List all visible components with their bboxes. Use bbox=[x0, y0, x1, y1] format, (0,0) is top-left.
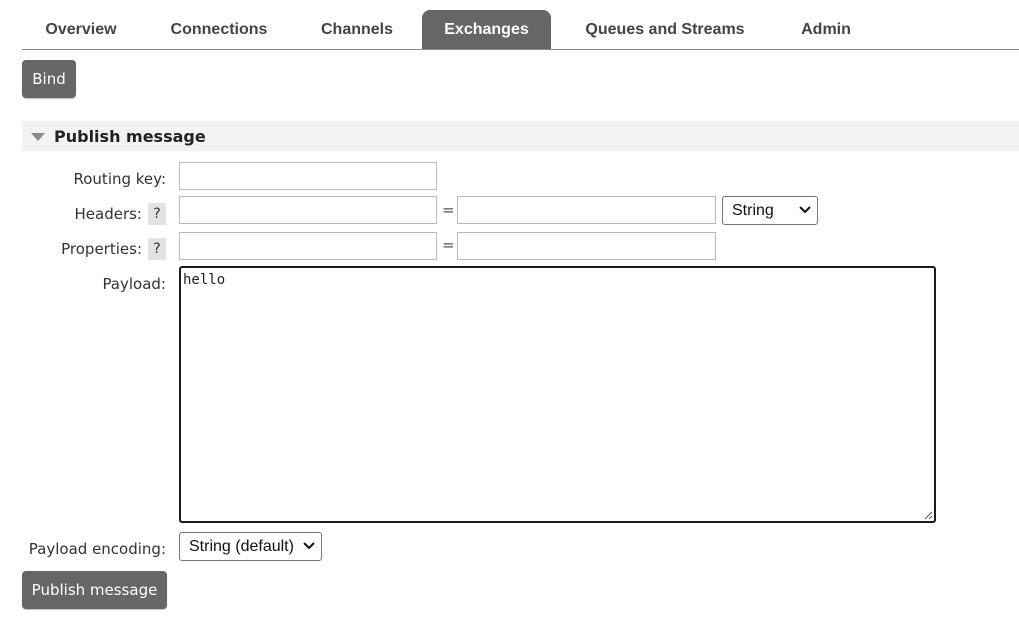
headers-equals-sign: = bbox=[442, 201, 455, 219]
publish-message-section-header[interactable]: Publish message bbox=[22, 121, 1019, 151]
properties-key-input[interactable] bbox=[179, 232, 437, 260]
payload-textarea[interactable]: hello bbox=[179, 266, 936, 523]
headers-label: Headers: bbox=[74, 205, 143, 223]
section-title: Publish message bbox=[54, 127, 206, 146]
tab-exchanges[interactable]: Exchanges bbox=[422, 10, 551, 49]
payload-encoding-selected: String (default) bbox=[189, 538, 294, 555]
main-navigation: Overview Connections Channels Exchanges … bbox=[22, 10, 1019, 50]
chevron-down-icon bbox=[303, 542, 315, 550]
headers-key-input[interactable] bbox=[179, 196, 437, 224]
tab-connections[interactable]: Connections bbox=[148, 10, 290, 49]
headers-help-icon[interactable]: ? bbox=[148, 203, 166, 225]
collapse-triangle-icon[interactable] bbox=[31, 133, 45, 141]
payload-text: hello bbox=[183, 272, 226, 288]
publish-message-button[interactable]: Publish message bbox=[22, 571, 167, 609]
chevron-down-icon bbox=[799, 206, 811, 214]
bind-button[interactable]: Bind bbox=[22, 60, 76, 98]
payload-encoding-select[interactable]: String (default) bbox=[179, 532, 322, 561]
properties-value-input[interactable] bbox=[457, 232, 716, 260]
payload-label: Payload: bbox=[102, 275, 166, 293]
headers-type-select[interactable]: String bbox=[722, 196, 818, 225]
tab-queues-and-streams[interactable]: Queues and Streams bbox=[567, 10, 763, 49]
headers-type-selected: String bbox=[732, 202, 774, 219]
tab-admin[interactable]: Admin bbox=[784, 10, 868, 49]
routing-key-input[interactable] bbox=[179, 162, 437, 190]
properties-label: Properties: bbox=[61, 240, 142, 258]
tab-channels[interactable]: Channels bbox=[302, 10, 412, 49]
tab-overview[interactable]: Overview bbox=[22, 10, 140, 49]
properties-help-icon[interactable]: ? bbox=[148, 238, 166, 260]
properties-equals-sign: = bbox=[442, 236, 455, 254]
routing-key-label: Routing key: bbox=[73, 170, 167, 188]
resize-grip-icon[interactable] bbox=[923, 510, 933, 520]
payload-encoding-label: Payload encoding: bbox=[28, 540, 166, 558]
headers-value-input[interactable] bbox=[457, 196, 716, 224]
